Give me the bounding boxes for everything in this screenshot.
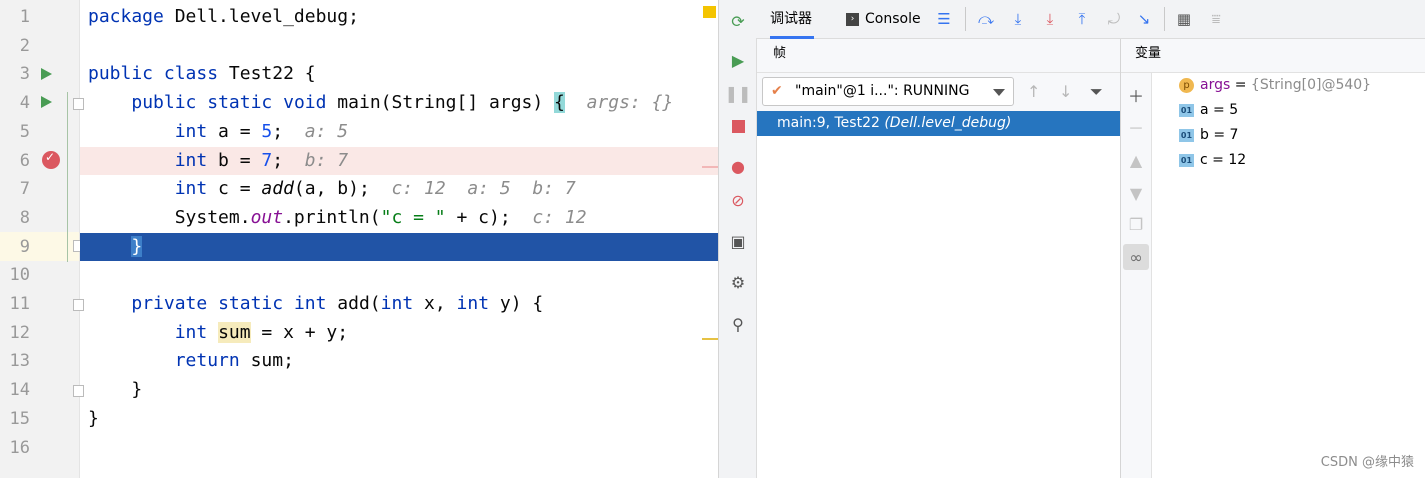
add-watch-icon[interactable]: ＋ xyxy=(1126,85,1146,106)
variable-row[interactable]: 01 b = 7 xyxy=(1179,123,1238,147)
frame-list-item[interactable]: main:9, Test22 (Dell.level_debug) xyxy=(757,111,1120,136)
line-number: 4 xyxy=(19,93,30,114)
show-execution-point-icon[interactable]: ⤼ xyxy=(976,9,996,29)
remove-watch-icon[interactable]: － xyxy=(1126,117,1146,138)
line-number: 14 xyxy=(9,380,30,401)
settings-gear-icon[interactable]: ⚙ xyxy=(727,271,749,293)
watches-glasses-icon[interactable]: ∞ xyxy=(1123,244,1149,270)
scope-indicator xyxy=(67,92,68,262)
step-over-icon[interactable]: ⤓ xyxy=(1008,9,1028,29)
line-number: 13 xyxy=(9,351,30,372)
editor-gutter[interactable]: 1 2 3 4 5 6 7 8 9 10 11 12 13 14 15 16 ✓ xyxy=(0,0,84,478)
filter-icon[interactable]: ⏷ xyxy=(1090,82,1103,102)
code-line[interactable]: } xyxy=(80,376,718,405)
debug-tool-window: ⟳ ▶ ❚❚ ● ⊘ ▣ ⚙ ⚲ 调试器 › Console ☰ ⤼ ⤓ ⤓ ⤒ … xyxy=(718,0,1425,478)
variable-row[interactable]: p args = {String[0]@540} xyxy=(1179,73,1371,97)
line-number: 2 xyxy=(19,35,30,56)
evaluate-expression-icon[interactable]: ▦ xyxy=(1174,9,1194,29)
frames-header: 帧 xyxy=(757,39,1120,73)
inline-debug-hint: a: 5 xyxy=(304,120,349,142)
line-number: 9 xyxy=(19,236,30,257)
inline-debug-hint: args: {} xyxy=(586,92,674,114)
stop-icon[interactable] xyxy=(727,115,749,137)
parameter-icon: p xyxy=(1179,77,1194,93)
watermark: CSDN @缘中猿 xyxy=(1320,455,1414,470)
line-number: 16 xyxy=(9,437,30,458)
chevron-down-icon xyxy=(993,89,1005,96)
inline-debug-hint: c: 12 xyxy=(532,206,587,228)
view-breakpoints-icon[interactable]: ● xyxy=(727,155,749,177)
run-main-icon[interactable] xyxy=(41,96,52,108)
primitive-icon: 01 xyxy=(1179,128,1194,142)
warning-marker[interactable] xyxy=(702,338,718,340)
thread-row: ✔ "main"@1 i...": RUNNING ↑ ↓ ⏷ xyxy=(757,73,1120,112)
variable-row[interactable]: 01 a = 5 xyxy=(1179,98,1238,122)
variables-toolbar: ＋ － ▲ ▼ ❐ ∞ xyxy=(1121,73,1152,478)
code-line[interactable]: int c = add(a, b); c: 12 a: 5 b: 7 xyxy=(80,175,718,204)
code-line[interactable]: package Dell.level_debug; xyxy=(80,3,718,32)
code-line[interactable]: return sum; xyxy=(80,347,718,376)
line-number: 10 xyxy=(9,265,30,286)
arrow-down-icon[interactable]: ↓ xyxy=(1059,82,1072,101)
arrow-up-icon[interactable]: ↑ xyxy=(1027,82,1040,101)
trace-stream-icon[interactable]: ⩸ xyxy=(1206,9,1226,29)
resume-icon[interactable]: ▶ xyxy=(727,49,749,71)
line-number: 6 xyxy=(19,150,30,171)
copy-icon[interactable]: ❐ xyxy=(1126,214,1146,234)
breakpoint-icon[interactable]: ✓ xyxy=(42,150,60,169)
variables-header: 变量 xyxy=(1121,39,1425,73)
code-line[interactable]: int a = 5; a: 5 xyxy=(80,118,718,147)
line-number: 11 xyxy=(9,294,30,314)
mute-breakpoints-icon[interactable]: ⊘ xyxy=(727,189,749,211)
toolbar-separator xyxy=(1164,7,1165,31)
code-line[interactable]: private static int add(int x, int y) { xyxy=(80,290,718,319)
code-editor[interactable]: 1 2 3 4 5 6 7 8 9 10 11 12 13 14 15 16 ✓… xyxy=(0,0,718,478)
move-up-icon[interactable]: ▲ xyxy=(1126,150,1146,170)
run-class-icon[interactable] xyxy=(41,68,52,80)
thread-select-value: "main"@1 i...": RUNNING xyxy=(795,83,970,99)
line-number: 15 xyxy=(9,408,30,429)
code-line[interactable]: public class Test22 { xyxy=(80,60,718,89)
layout-menu-icon[interactable]: ☰ xyxy=(934,9,954,29)
tab-console[interactable]: › Console xyxy=(846,0,921,36)
current-execution-line[interactable]: } xyxy=(80,232,718,262)
pin-icon[interactable]: ⚲ xyxy=(727,313,749,335)
force-step-into-icon[interactable]: ⤓ xyxy=(1040,9,1060,29)
camera-icon[interactable]: ▣ xyxy=(727,230,749,252)
tab-debugger[interactable]: 调试器 xyxy=(770,0,814,39)
code-line[interactable]: int sum = x + y; xyxy=(80,319,718,348)
inline-debug-hint: c: 12 a: 5 b: 7 xyxy=(391,178,576,200)
primitive-icon: 01 xyxy=(1179,103,1194,117)
pause-icon[interactable]: ❚❚ xyxy=(725,82,752,104)
rerun-icon[interactable]: ⟳ xyxy=(727,10,749,32)
line-number: 5 xyxy=(19,121,30,142)
debug-top-toolbar: 调试器 › Console ☰ ⤼ ⤓ ⤓ ⤒ ⤾ ↘ ▦ ⩸ xyxy=(756,0,1425,39)
move-down-icon[interactable]: ▼ xyxy=(1126,183,1146,203)
code-line[interactable]: public static void main(String[] args) {… xyxy=(80,89,718,118)
drop-frame-icon[interactable]: ⤾ xyxy=(1104,9,1124,29)
line-number: 12 xyxy=(9,322,30,343)
variables-panel: 变量 ＋ － ▲ ▼ ❐ ∞ p args = {String[0]@540} 0… xyxy=(1121,39,1425,478)
line-number: 3 xyxy=(19,64,30,85)
inspection-status-icon[interactable] xyxy=(703,6,716,18)
line-number: 8 xyxy=(19,207,30,228)
debug-left-toolbar: ⟳ ▶ ❚❚ ● ⊘ ▣ ⚙ ⚲ xyxy=(719,0,757,478)
check-icon: ✔ xyxy=(771,83,783,99)
toolbar-separator xyxy=(965,7,966,31)
breakpoint-line[interactable]: int b = 7; b: 7 xyxy=(80,146,718,176)
step-out-icon[interactable]: ⤒ xyxy=(1072,9,1092,29)
console-icon: › xyxy=(846,12,859,26)
variable-row[interactable]: 01 c = 12 xyxy=(1179,148,1246,172)
primitive-icon: 01 xyxy=(1179,153,1194,167)
inline-debug-hint: b: 7 xyxy=(304,149,349,171)
run-to-cursor-icon[interactable]: ↘ xyxy=(1134,9,1154,29)
line-number: 7 xyxy=(19,179,30,200)
frames-panel: 帧 ✔ "main"@1 i...": RUNNING ↑ ↓ ⏷ main:9… xyxy=(757,39,1121,478)
thread-select[interactable]: ✔ "main"@1 i...": RUNNING xyxy=(762,77,1014,106)
code-line[interactable]: } xyxy=(80,405,718,434)
breakpoint-marker[interactable] xyxy=(702,166,718,168)
line-number: 1 xyxy=(19,7,30,27)
code-line[interactable]: System.out.println("c = " + c); c: 12 xyxy=(80,204,718,233)
